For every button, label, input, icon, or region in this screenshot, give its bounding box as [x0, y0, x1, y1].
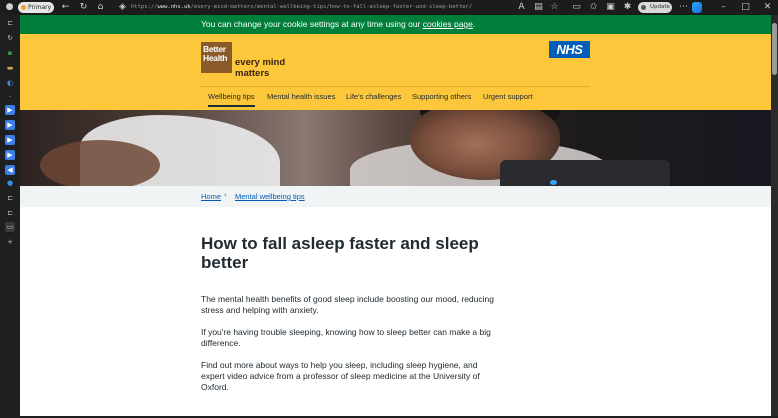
tab-icon[interactable]: ▶ — [5, 150, 15, 160]
nhs-logo[interactable]: NHS — [549, 41, 590, 58]
split-screen-icon[interactable]: ▭ — [571, 2, 582, 13]
nav-urgent-support[interactable]: Urgent support — [483, 91, 533, 107]
copilot-icon[interactable] — [692, 2, 702, 13]
tab-icon[interactable]: ▪ — [5, 48, 15, 58]
maximize-icon[interactable]: □ — [740, 2, 751, 13]
better-health-logo[interactable]: Better Health — [201, 42, 232, 73]
nav-lifes-challenges[interactable]: Life's challenges — [346, 91, 401, 107]
tab-icon[interactable]: ▶ — [5, 120, 15, 130]
active-tab-icon[interactable]: ▭ — [5, 222, 15, 232]
intro-paragraph-2: If you're having trouble sleeping, knowi… — [201, 327, 491, 348]
back-icon[interactable]: ← — [60, 2, 71, 13]
nav-divider — [201, 86, 590, 87]
cookie-banner-text: You can change your cookie settings at a… — [201, 15, 475, 34]
tagline-line-2: matters — [235, 68, 270, 79]
logo-line-2: Health — [203, 53, 228, 63]
favorite-star-icon[interactable]: ☆ — [549, 2, 560, 13]
extensions-icon[interactable]: ✱ — [622, 2, 633, 13]
profile-button[interactable]: Primary — [18, 2, 54, 13]
tab-icon[interactable]: ⊏ — [5, 193, 15, 203]
hero-image — [20, 110, 771, 186]
tab-icon[interactable]: ▶ — [5, 135, 15, 145]
hero-alarm-clock-shape — [500, 160, 670, 186]
nav-supporting-others[interactable]: Supporting others — [412, 91, 471, 107]
tab-icon[interactable]: ▬ — [5, 63, 15, 73]
cookies-page-link[interactable]: cookies page — [423, 19, 473, 29]
favorites-icon[interactable]: ✩ — [588, 2, 599, 13]
url-domain: www.nhs.uk — [157, 4, 191, 10]
site-header: Better Health every mind matters NHS Wel… — [20, 34, 771, 110]
home-icon[interactable]: ⌂ — [95, 2, 106, 13]
scrollbar-thumb[interactable] — [772, 23, 777, 75]
reading-view-icon[interactable]: ▤ — [533, 2, 544, 13]
cookie-suffix: . — [472, 19, 476, 29]
address-bar[interactable]: https://www.nhs.uk/every-mind-matters/me… — [131, 2, 531, 13]
tab-icon[interactable]: ▶ — [5, 105, 15, 115]
tab-icon[interactable]: ◐ — [5, 78, 15, 88]
hero-arm-shape — [40, 140, 160, 186]
tab-icon[interactable]: ⊏ — [5, 208, 15, 218]
nav-wellbeing-tips[interactable]: Wellbeing tips — [208, 91, 255, 107]
intro-paragraph-3: Find out more about ways to help you sle… — [201, 360, 480, 392]
page-scrollbar[interactable] — [771, 15, 778, 416]
nav-mental-health-issues[interactable]: Mental health issues — [267, 91, 335, 107]
new-tab-icon[interactable]: + — [5, 237, 15, 247]
url-prefix: https:// — [131, 4, 158, 10]
every-mind-matters-tagline[interactable]: every mind matters — [235, 57, 295, 79]
breadcrumb-mental-wellbeing-tips-link[interactable]: Mental wellbeing tips — [235, 192, 305, 201]
browser-window: ● Primary ← ↻ ⌂ ◈ https://www.nhs.uk/eve… — [0, 0, 778, 418]
intro-paragraph-1: The mental health benefits of good sleep… — [201, 294, 494, 315]
page-title: How to fall asleep faster and sleep bett… — [201, 234, 479, 272]
cookie-message: You can change your cookie settings at a… — [201, 19, 423, 29]
update-button[interactable]: Update — [638, 2, 672, 13]
refresh-icon[interactable]: ↻ — [78, 2, 89, 13]
breadcrumb-separator-icon: › — [224, 191, 227, 199]
browser-app-icon[interactable]: ● — [4, 2, 15, 13]
breadcrumb-home-link[interactable]: Home — [201, 192, 221, 201]
tab-icon[interactable]: · — [5, 92, 15, 102]
close-icon[interactable]: ✕ — [762, 2, 773, 13]
breadcrumb: Home › Mental wellbeing tips — [20, 186, 771, 207]
tab-icon[interactable]: ◀ — [5, 165, 15, 175]
page-viewport: You can change your cookie settings at a… — [20, 15, 771, 416]
tab-icon[interactable]: ● — [5, 178, 15, 188]
more-menu-icon[interactable]: ⋯ — [678, 2, 689, 13]
tagline-line-1: every mind — [235, 57, 286, 68]
tab-icon[interactable]: ⊏ — [5, 18, 15, 28]
hero-clock-light-shape — [550, 180, 557, 185]
vertical-tab-sidebar: ⊏ ↻ ▪ ▬ ◐ · ▶ ▶ ▶ ▶ ◀ ● ⊏ ⊏ ▭ + — [0, 15, 20, 418]
browser-toolbar: ● Primary ← ↻ ⌂ ◈ https://www.nhs.uk/eve… — [0, 0, 778, 15]
read-aloud-icon[interactable]: A — [516, 2, 527, 13]
collections-icon[interactable]: ▣ — [605, 2, 616, 13]
tab-icon[interactable]: ↻ — [5, 33, 15, 43]
cookie-banner: You can change your cookie settings at a… — [20, 15, 771, 34]
url-path: /every-mind-matters/mental-wellbeing-tip… — [190, 4, 473, 10]
minimize-icon[interactable]: – — [718, 2, 729, 13]
site-info-icon[interactable]: ◈ — [117, 2, 128, 13]
